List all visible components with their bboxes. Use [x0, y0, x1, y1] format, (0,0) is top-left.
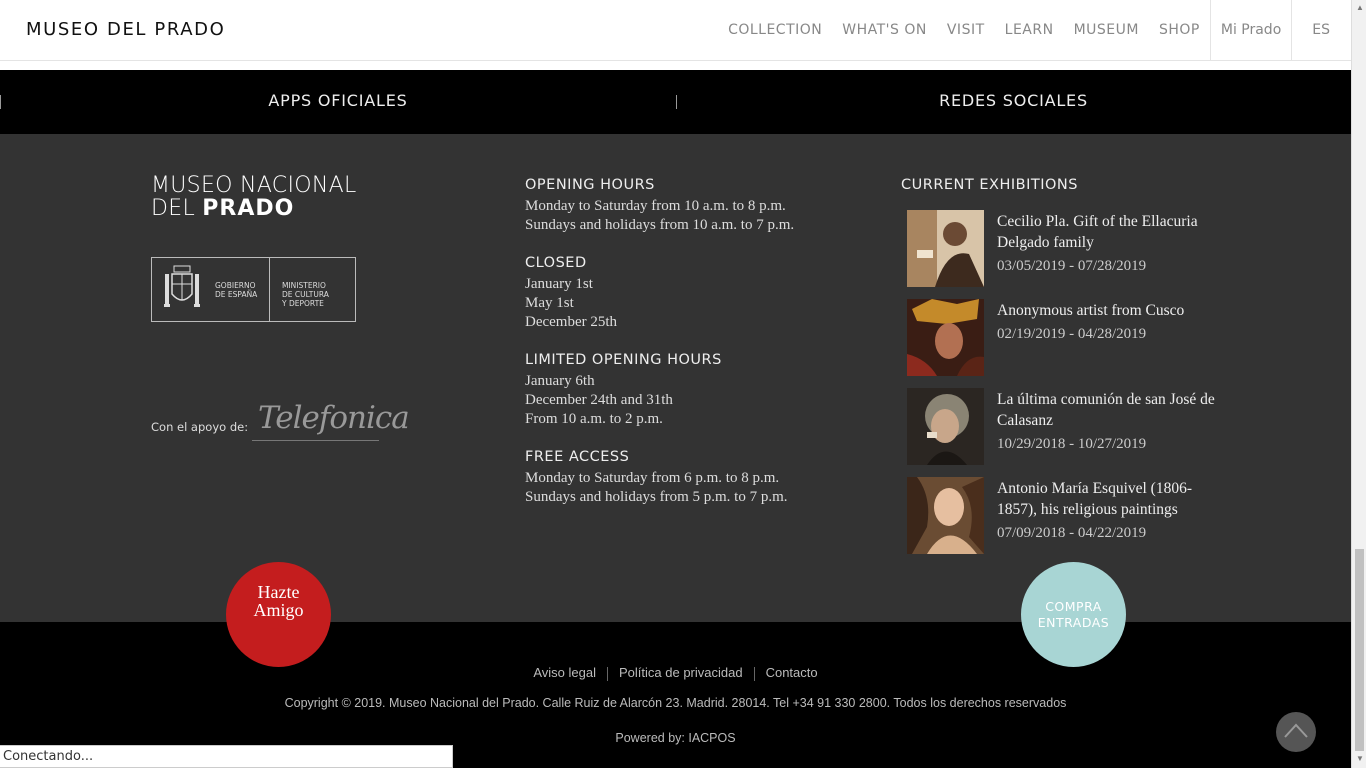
entradas-label: ENTRADAS [1037, 615, 1110, 630]
nav-whats-on[interactable]: WHAT'S ON [842, 22, 927, 38]
gov-line: DE ESPAÑA [215, 290, 258, 299]
opening-hours-title: OPENING HOURS [525, 177, 655, 193]
site-footer: MUSEO NACIONAL DEL PRADO GOBIERNO DE ESP… [0, 134, 1351, 622]
logo-del: DEL [151, 196, 203, 221]
gov-line: GOBIERNO [215, 281, 256, 290]
hours-line: May 1st [525, 295, 574, 311]
gobierno-espana-logo[interactable]: GOBIERNO DE ESPAÑA MINISTERIO DE CULTURA… [151, 257, 356, 322]
nav-mi-prado[interactable]: Mi Prado [1211, 22, 1291, 38]
page-scrollbar[interactable]: ▲ ▼ [1351, 0, 1366, 768]
link-divider [607, 666, 608, 681]
exhibition-thumbnail[interactable] [907, 388, 984, 465]
hours-line: January 6th [525, 373, 595, 389]
nav-museum[interactable]: MUSEUM [1074, 22, 1139, 38]
min-line: Y DEPORTE [282, 299, 324, 308]
exhibition-title[interactable]: Cecilio Pla. Gift of the Ellacuria Delga… [997, 211, 1217, 253]
back-to-top-button[interactable] [1276, 712, 1316, 752]
exhibition-dates: 10/29/2018 - 10/27/2019 [997, 436, 1147, 452]
hours-column: OPENING HOURS Monday to Saturday from 10… [525, 177, 825, 527]
exhibition-title[interactable]: Antonio María Esquivel (1806-1857), his … [997, 478, 1217, 520]
exhibition-title[interactable]: La última comunión de san José de Calasa… [997, 389, 1217, 431]
exhibition-item[interactable]: Cecilio Pla. Gift of the Ellacuria Delga… [901, 210, 1231, 299]
hazte-label: Hazte [257, 582, 300, 602]
gobierno-label: GOBIERNO DE ESPAÑA [215, 281, 257, 299]
closed-days: CLOSED January 1st May 1st December 25th [525, 255, 825, 332]
powered-by-text[interactable]: Powered by: IACPOS [0, 731, 1351, 745]
exhibition-dates: 03/05/2019 - 07/28/2019 [997, 258, 1147, 274]
hours-line: Sundays and holidays from 10 a.m. to 7 p… [525, 217, 795, 233]
hours-line: January 1st [525, 276, 593, 292]
ministerio-label: MINISTERIO DE CULTURA Y DEPORTE [282, 281, 329, 308]
limited-hours: LIMITED OPENING HOURS January 6th Decemb… [525, 352, 825, 429]
compra-label: COMPRA [1045, 599, 1102, 614]
copyright-text: Copyright © 2019. Museo Nacional del Pra… [284, 696, 1067, 710]
museo-nacional-logo[interactable]: MUSEO NACIONAL DEL PRADO [151, 174, 357, 220]
scrollbar-thumb[interactable] [1355, 549, 1364, 751]
opening-hours: OPENING HOURS Monday to Saturday from 10… [525, 177, 825, 235]
contact-link[interactable]: Contacto [766, 665, 818, 680]
scroll-down-icon[interactable]: ▼ [1356, 754, 1364, 763]
free-access: FREE ACCESS Monday to Saturday from 6 p.… [525, 449, 825, 507]
exhibition-dates: 07/09/2018 - 04/22/2019 [997, 525, 1147, 541]
chevron-up-icon [1284, 723, 1308, 738]
exhibition-thumbnail[interactable] [907, 299, 984, 376]
exhibition-title[interactable]: Anonymous artist from Cusco [997, 300, 1217, 321]
scroll-up-icon[interactable]: ▲ [1356, 3, 1364, 12]
amigo-label: Amigo [253, 600, 304, 620]
logo-line-2: DEL PRADO [151, 197, 357, 220]
min-line: DE CULTURA [282, 290, 329, 299]
hours-line: December 24th and 31th [525, 392, 673, 408]
site-logo[interactable]: MUSEO DEL PRADO [26, 19, 225, 40]
exhibition-dates: 02/19/2019 - 04/28/2019 [997, 326, 1147, 342]
min-line: MINISTERIO [282, 281, 326, 290]
aviso-legal-link[interactable]: Aviso legal [533, 665, 596, 680]
exhibition-item[interactable]: Antonio María Esquivel (1806-1857), his … [901, 477, 1231, 566]
sponsor-underline [252, 440, 379, 441]
coat-of-arms-icon [164, 265, 200, 307]
exhibition-thumbnail[interactable] [907, 210, 984, 287]
telefonica-logo[interactable]: Telefonica [258, 400, 410, 436]
hours-line: Sundays and holidays from 5 p.m. to 7 p.… [525, 489, 788, 505]
privacy-policy-link[interactable]: Política de privacidad [619, 665, 743, 680]
main-nav: COLLECTION WHAT'S ON VISIT LEARN MUSEUM … [718, 0, 1351, 60]
nav-learn[interactable]: LEARN [1005, 22, 1054, 38]
language-switch[interactable]: ES [1292, 22, 1351, 38]
closed-title: CLOSED [525, 255, 587, 271]
free-access-title: FREE ACCESS [525, 449, 630, 465]
hours-line: From 10 a.m. to 2 p.m. [525, 411, 663, 427]
exhibition-item[interactable]: La última comunión de san José de Calasa… [901, 388, 1231, 477]
site-header: MUSEO DEL PRADO COLLECTION WHAT'S ON VIS… [0, 0, 1351, 61]
nav-collection[interactable]: COLLECTION [728, 22, 822, 38]
logo-prado: PRADO [202, 196, 295, 221]
browser-status-bar: Conectando... [0, 745, 453, 768]
nav-visit[interactable]: VISIT [947, 22, 985, 38]
limited-title: LIMITED OPENING HOURS [525, 352, 722, 368]
apps-bar: APPS OFICIALES REDES SOCIALES [0, 70, 1351, 134]
apps-oficiales-tab[interactable]: APPS OFICIALES [0, 70, 676, 134]
exhibition-thumbnail[interactable] [907, 477, 984, 554]
exhibition-item[interactable]: Anonymous artist from Cusco 02/19/2019 -… [901, 299, 1231, 388]
hours-line: Monday to Saturday from 6 p.m. to 8 p.m. [525, 470, 780, 486]
redes-sociales-tab[interactable]: REDES SOCIALES [676, 70, 1351, 134]
hours-line: December 25th [525, 314, 618, 330]
nav-shop[interactable]: SHOP [1159, 22, 1200, 38]
exhibitions-column: CURRENT EXHIBITIONS Cecilio Pla. Gift of… [901, 177, 1231, 566]
buy-tickets-button[interactable]: COMPRA ENTRADAS [1021, 562, 1126, 667]
hours-line: Monday to Saturday from 10 a.m. to 8 p.m… [525, 198, 786, 214]
link-divider [753, 666, 755, 681]
support-label: Con el apoyo de: [151, 420, 249, 434]
header-spacer [0, 61, 1351, 70]
logo-line-1: MUSEO NACIONAL [151, 173, 357, 198]
legal-links: Aviso legal Política de privacidad Contact… [0, 665, 1351, 681]
exhibitions-title: CURRENT EXHIBITIONS [901, 177, 1078, 193]
gov-divider [269, 258, 270, 321]
hazte-amigo-button[interactable]: Hazte Amigo [226, 562, 331, 667]
